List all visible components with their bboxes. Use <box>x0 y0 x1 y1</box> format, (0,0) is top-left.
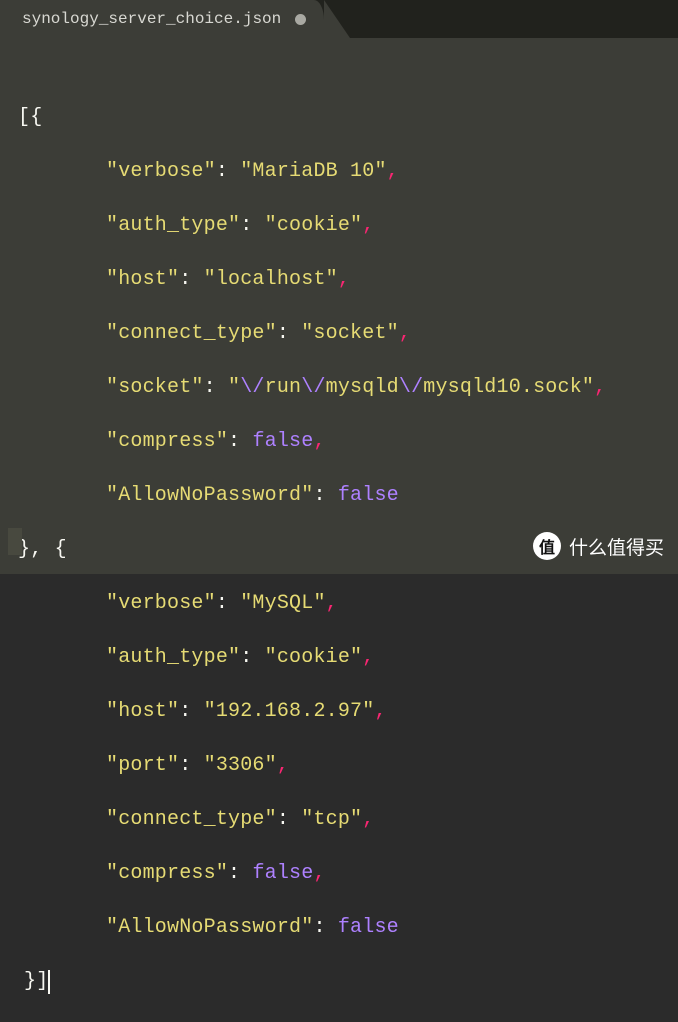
json-key: "host" <box>106 268 179 291</box>
json-boolean: false <box>338 484 399 507</box>
json-boolean: false <box>252 430 313 453</box>
json-string: "cookie" <box>265 646 363 669</box>
file-tab[interactable]: synology_server_choice.json <box>0 0 324 38</box>
json-key: "compress" <box>106 862 228 885</box>
watermark-text: 什么值得买 <box>569 533 664 560</box>
json-key: "socket" <box>106 376 204 399</box>
json-key: "AllowNoPassword" <box>106 916 313 939</box>
escape-seq: \/ <box>301 376 325 399</box>
json-key: "connect_type" <box>106 808 277 831</box>
json-key: "compress" <box>106 430 228 453</box>
watermark-badge-icon: 值 <box>533 532 561 560</box>
colon: : <box>216 160 228 183</box>
code-token: }] <box>18 970 48 993</box>
json-string: "3306" <box>204 754 277 777</box>
json-key: "connect_type" <box>106 322 277 345</box>
unsaved-dot-icon <box>295 14 306 25</box>
tab-title: synology_server_choice.json <box>22 10 281 28</box>
text-cursor-icon <box>48 970 50 994</box>
tab-bar: synology_server_choice.json <box>0 0 678 38</box>
json-key: "host" <box>106 700 179 723</box>
json-string: "socket" <box>301 322 399 345</box>
code-token: }, { <box>18 538 67 561</box>
comma: , <box>387 160 399 183</box>
json-string: "tcp" <box>301 808 362 831</box>
current-line-highlight <box>8 528 22 555</box>
code-editor[interactable]: [{ "verbose": "MariaDB 10", "auth_type":… <box>0 38 678 574</box>
json-key: "verbose" <box>106 592 216 615</box>
json-string: "cookie" <box>265 214 363 237</box>
json-string: "localhost" <box>204 268 338 291</box>
json-string: "MariaDB 10" <box>240 160 386 183</box>
json-key: "auth_type" <box>106 646 240 669</box>
escape-seq: \/ <box>240 376 264 399</box>
json-key: "auth_type" <box>106 214 240 237</box>
json-string: "MySQL" <box>240 592 325 615</box>
code-token: [{ <box>18 106 42 129</box>
escape-seq: \/ <box>399 376 423 399</box>
json-boolean: false <box>338 916 399 939</box>
json-key: "port" <box>106 754 179 777</box>
json-boolean: false <box>252 862 313 885</box>
json-key: "verbose" <box>106 160 216 183</box>
json-string: "192.168.2.97" <box>204 700 375 723</box>
json-key: "AllowNoPassword" <box>106 484 313 507</box>
watermark: 值 什么值得买 <box>533 532 664 560</box>
